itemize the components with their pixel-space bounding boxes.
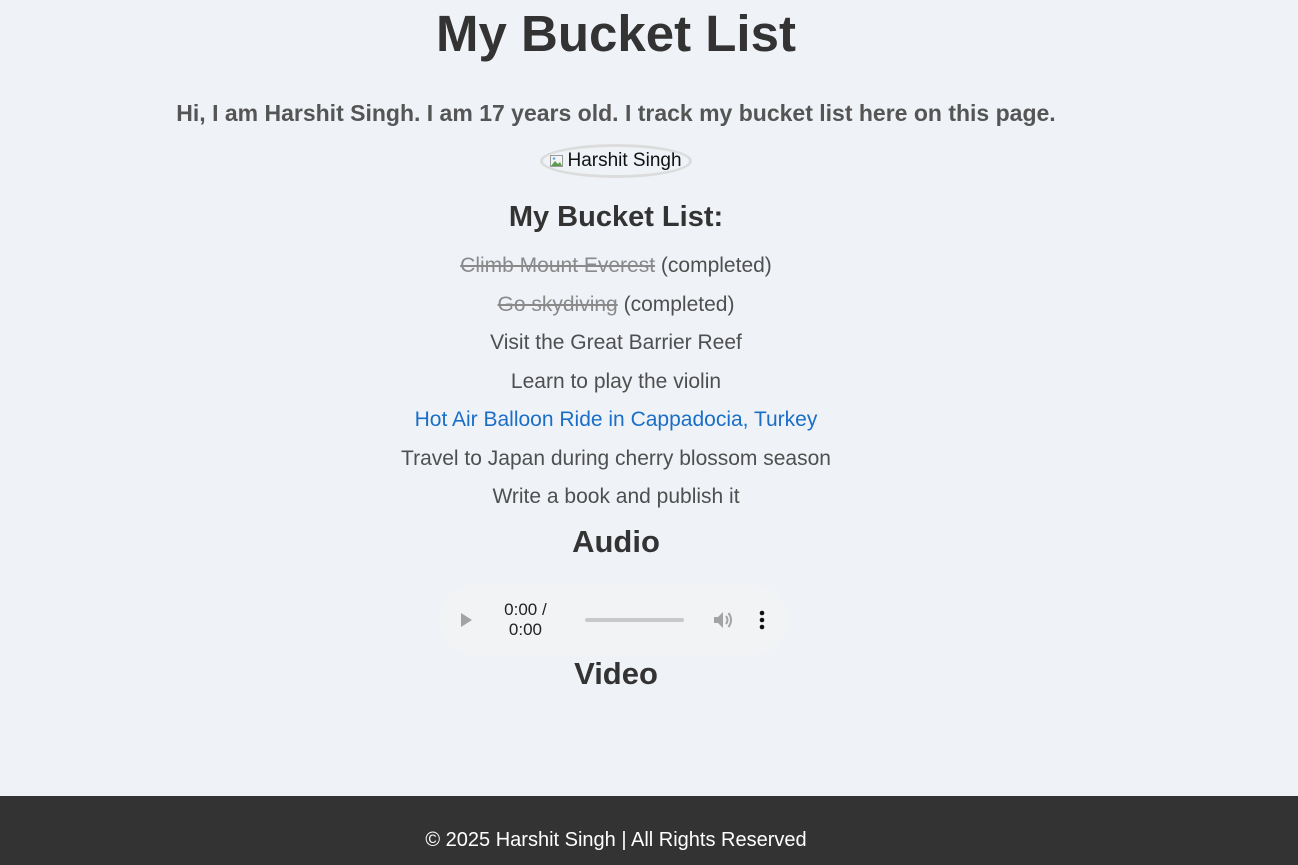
list-item: Learn to play the violin <box>0 370 1232 394</box>
list-item: Travel to Japan during cherry blossom se… <box>0 447 1232 471</box>
footer-text: © 2025 Harshit Singh | All Rights Reserv… <box>425 829 807 851</box>
bucket-item-link[interactable]: Hot Air Balloon Ride in Cappadocia, Turk… <box>415 408 818 431</box>
list-item[interactable]: Hot Air Balloon Ride in Cappadocia, Turk… <box>0 408 1232 432</box>
completed-item-text: Go skydiving <box>497 292 618 316</box>
play-icon[interactable] <box>450 604 482 636</box>
list-item: Go skydiving (completed) <box>0 293 1232 317</box>
list-item: Climb Mount Everest (completed) <box>0 254 1232 278</box>
bucket-item-text: Write a book and publish it <box>492 485 740 508</box>
profile-image: Harshit Singh <box>540 144 692 178</box>
completed-label: (completed) <box>623 292 735 316</box>
completed-item-text: Climb Mount Everest <box>460 254 656 277</box>
bucket-item-text: Learn to play the violin <box>510 369 722 393</box>
main-content: My Bucket List Hi, I am Harshit Singh. I… <box>0 0 1232 692</box>
page-title: My Bucket List <box>436 5 796 62</box>
more-options-icon[interactable] <box>752 609 772 631</box>
footer: © 2025 Harshit Singh | All Rights Reserv… <box>0 796 1298 865</box>
bucket-item-text: Travel to Japan during cherry blossom se… <box>401 446 831 470</box>
video-heading: Video <box>574 655 658 691</box>
page: My Bucket List Hi, I am Harshit Singh. I… <box>0 0 1298 865</box>
bucket-list: Climb Mount Everest (completed) Go skydiv… <box>0 254 1232 509</box>
audio-time-display: 0:00 / 0:00 <box>504 599 547 639</box>
list-item: Write a book and publish it <box>0 485 1232 509</box>
volume-icon[interactable] <box>712 609 734 631</box>
completed-label: (completed) <box>660 254 772 277</box>
intro-text: Hi, I am Harshit Singh. I am 17 years ol… <box>176 100 1056 126</box>
audio-progress-slider[interactable] <box>585 617 685 622</box>
bucket-item-text: Visit the Great Barrier Reef <box>490 331 742 354</box>
audio-heading: Audio <box>572 523 660 559</box>
broken-image-icon <box>550 154 564 168</box>
profile-image-alt-text: Harshit Singh <box>567 150 682 171</box>
bucket-list-heading: My Bucket List: <box>508 201 724 233</box>
audio-player[interactable]: 0:00 / 0:00 <box>440 583 788 656</box>
profile-image-container: Harshit Singh <box>0 144 1232 178</box>
list-item: Visit the Great Barrier Reef <box>0 331 1232 355</box>
